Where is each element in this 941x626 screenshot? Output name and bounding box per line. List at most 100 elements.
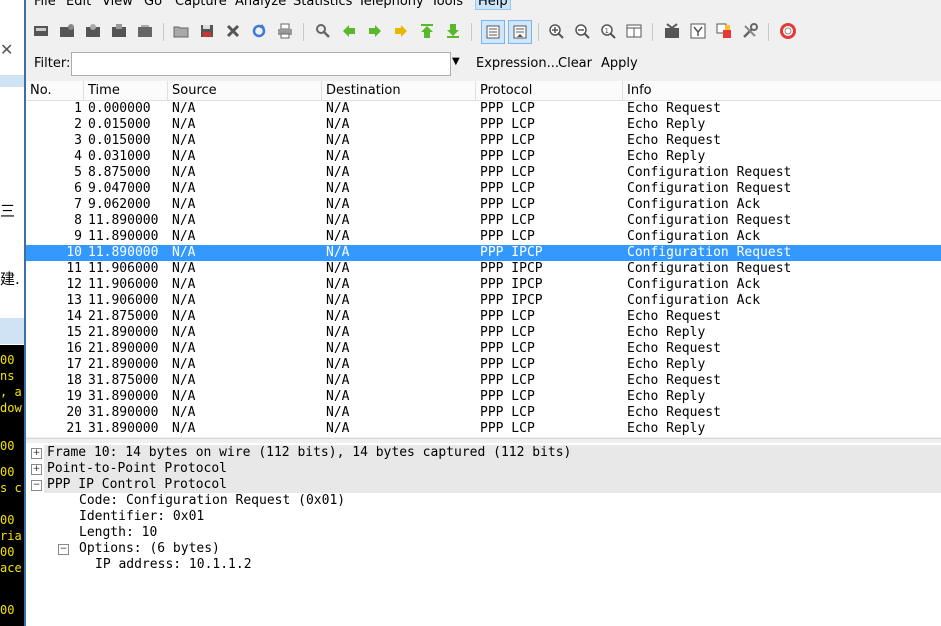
menu-telephony[interactable]: Telephony (356, 0, 426, 9)
menu-view[interactable]: View (100, 0, 135, 9)
table-row[interactable]: 13 11.906000 N/A N/A PPP IPCP Configuration A… (26, 293, 941, 309)
cell-destination: N/A (326, 245, 350, 260)
restart-capture-icon[interactable] (135, 21, 155, 41)
table-row[interactable]: 11 11.906000 N/A N/A PPP IPCP Configuration R… (26, 261, 941, 277)
table-row[interactable]: 10 11.890000 N/A N/A PPP IPCP Configuration R… (26, 245, 941, 261)
table-row[interactable]: 8 11.890000 N/A N/A PPP LCP Configuration Req… (26, 213, 941, 229)
table-row[interactable]: 5 8.875000 N/A N/A PPP LCP Configuration Requ… (26, 165, 941, 181)
coloring-rules-icon[interactable] (714, 21, 734, 41)
column-header-no[interactable]: No. (26, 81, 84, 100)
menu-analyze[interactable]: Analyze (233, 0, 288, 9)
collapse-icon[interactable]: − (58, 544, 69, 555)
go-back-icon[interactable] (339, 21, 359, 41)
menu-go[interactable]: Go (142, 0, 164, 9)
column-header-source[interactable]: Source (168, 81, 322, 100)
expand-icon[interactable]: + (31, 464, 42, 475)
go-forward-icon[interactable] (365, 21, 385, 41)
menu-edit[interactable]: Edit (64, 0, 93, 9)
table-row[interactable]: 1 0.000000 N/A N/A PPP LCP Echo Request (26, 101, 941, 117)
resize-columns-icon[interactable] (624, 21, 644, 41)
cell-time: 21.875000 (88, 309, 159, 324)
zoom-normal-icon[interactable]: 1 (598, 21, 618, 41)
column-header-destination[interactable]: Destination (322, 81, 476, 100)
cell-destination: N/A (326, 149, 350, 164)
menu-tools[interactable]: Tools (429, 0, 465, 9)
expand-icon[interactable]: + (31, 448, 42, 459)
table-row[interactable]: 20 31.890000 N/A N/A PPP LCP Echo Request (26, 405, 941, 421)
table-row[interactable]: 17 21.890000 N/A N/A PPP LCP Echo Reply (26, 357, 941, 373)
table-row[interactable]: 4 0.031000 N/A N/A PPP LCP Echo Reply (26, 149, 941, 165)
zoom-in-icon[interactable] (546, 21, 566, 41)
auto-scroll-icon[interactable] (508, 20, 532, 44)
cell-protocol: PPP IPCP (480, 277, 543, 292)
collapse-icon[interactable]: − (31, 480, 42, 491)
find-packet-icon[interactable] (313, 21, 333, 41)
cell-no: 21 (66, 421, 82, 436)
detail-text: PPP IP Control Protocol (47, 477, 228, 492)
interface-list-icon[interactable] (31, 21, 51, 41)
column-header-protocol[interactable]: Protocol (476, 81, 623, 100)
filter-dropdown-icon[interactable]: ▼ (452, 56, 460, 67)
go-to-packet-icon[interactable] (391, 21, 411, 41)
display-filters-icon[interactable] (688, 21, 708, 41)
table-row[interactable]: 3 0.015000 N/A N/A PPP LCP Echo Request (26, 133, 941, 149)
capture-options-icon[interactable] (57, 21, 77, 41)
go-first-packet-icon[interactable] (417, 21, 437, 41)
expression-button[interactable]: Expression... (476, 56, 559, 71)
preferences-icon[interactable] (740, 21, 760, 41)
detail-line[interactable]: Point-to-Point Protocol (44, 461, 941, 477)
apply-button[interactable]: Apply (601, 56, 638, 71)
table-row[interactable]: 18 31.875000 N/A N/A PPP LCP Echo Request (26, 373, 941, 389)
cell-time: 31.890000 (88, 421, 159, 436)
detail-text: Length: 10 (79, 525, 158, 540)
column-header-info[interactable]: Info (623, 81, 941, 100)
capture-filters-icon[interactable] (662, 21, 682, 41)
background-band (0, 75, 25, 87)
cell-protocol: PPP LCP (480, 341, 535, 356)
menu-file[interactable]: File (32, 0, 58, 9)
start-capture-icon[interactable] (83, 21, 103, 41)
table-row[interactable]: 7 9.062000 N/A N/A PPP LCP Configuration Ack (26, 197, 941, 213)
help-icon[interactable] (778, 21, 798, 41)
terminal-line: 00 (0, 603, 15, 617)
background-window-strip: ✕ 三 建. 00 ns , a dow 00 00 s c 00 ria 00… (0, 0, 25, 626)
detail-line[interactable]: Frame 10: 14 bytes on wire (112 bits), 1… (44, 445, 941, 461)
packet-list[interactable]: No. Time Source Destination Protocol Inf… (26, 81, 941, 437)
cell-protocol: PPP LCP (480, 421, 535, 436)
toolbar-separator (538, 23, 539, 41)
menu-capture[interactable]: Capture (173, 0, 229, 9)
stop-capture-icon[interactable] (109, 21, 129, 41)
table-row[interactable]: 2 0.015000 N/A N/A PPP LCP Echo Reply (26, 117, 941, 133)
close-file-icon[interactable] (223, 21, 243, 41)
cell-info: Configuration Request (627, 261, 792, 276)
table-row[interactable]: 12 11.906000 N/A N/A PPP IPCP Configuration A… (26, 277, 941, 293)
cell-source: N/A (172, 357, 196, 372)
open-file-icon[interactable] (171, 21, 191, 41)
menu-help[interactable]: Help (475, 0, 511, 10)
detail-line[interactable]: PPP IP Control Protocol (44, 477, 941, 493)
clear-button[interactable]: Clear (558, 56, 592, 71)
colorize-icon[interactable] (481, 20, 505, 44)
print-icon[interactable] (275, 21, 295, 41)
cell-destination: N/A (326, 325, 350, 340)
filter-input[interactable] (71, 52, 451, 76)
table-row[interactable]: 6 9.047000 N/A N/A PPP LCP Configuration Requ… (26, 181, 941, 197)
cell-no: 12 (66, 277, 82, 292)
table-row[interactable]: 14 21.875000 N/A N/A PPP LCP Echo Request (26, 309, 941, 325)
packet-details[interactable]: Frame 10: 14 bytes on wire (112 bits), 1… (26, 443, 941, 626)
table-row[interactable]: 9 11.890000 N/A N/A PPP LCP Configuration Ack (26, 229, 941, 245)
zoom-out-icon[interactable] (572, 21, 592, 41)
cell-destination: N/A (326, 277, 350, 292)
table-row[interactable]: 19 31.890000 N/A N/A PPP LCP Echo Reply (26, 389, 941, 405)
table-row[interactable]: 21 31.890000 N/A N/A PPP LCP Echo Reply (26, 421, 941, 437)
cell-protocol: PPP IPCP (480, 293, 543, 308)
cell-protocol: PPP LCP (480, 133, 535, 148)
column-header-time[interactable]: Time (84, 81, 168, 100)
table-row[interactable]: 16 21.890000 N/A N/A PPP LCP Echo Request (26, 341, 941, 357)
table-row[interactable]: 15 21.890000 N/A N/A PPP LCP Echo Reply (26, 325, 941, 341)
menu-statistics[interactable]: Statistics (291, 0, 354, 9)
reload-icon[interactable] (249, 21, 269, 41)
cell-no: 1 (74, 101, 82, 116)
go-last-packet-icon[interactable] (443, 21, 463, 41)
save-file-icon[interactable] (197, 21, 217, 41)
